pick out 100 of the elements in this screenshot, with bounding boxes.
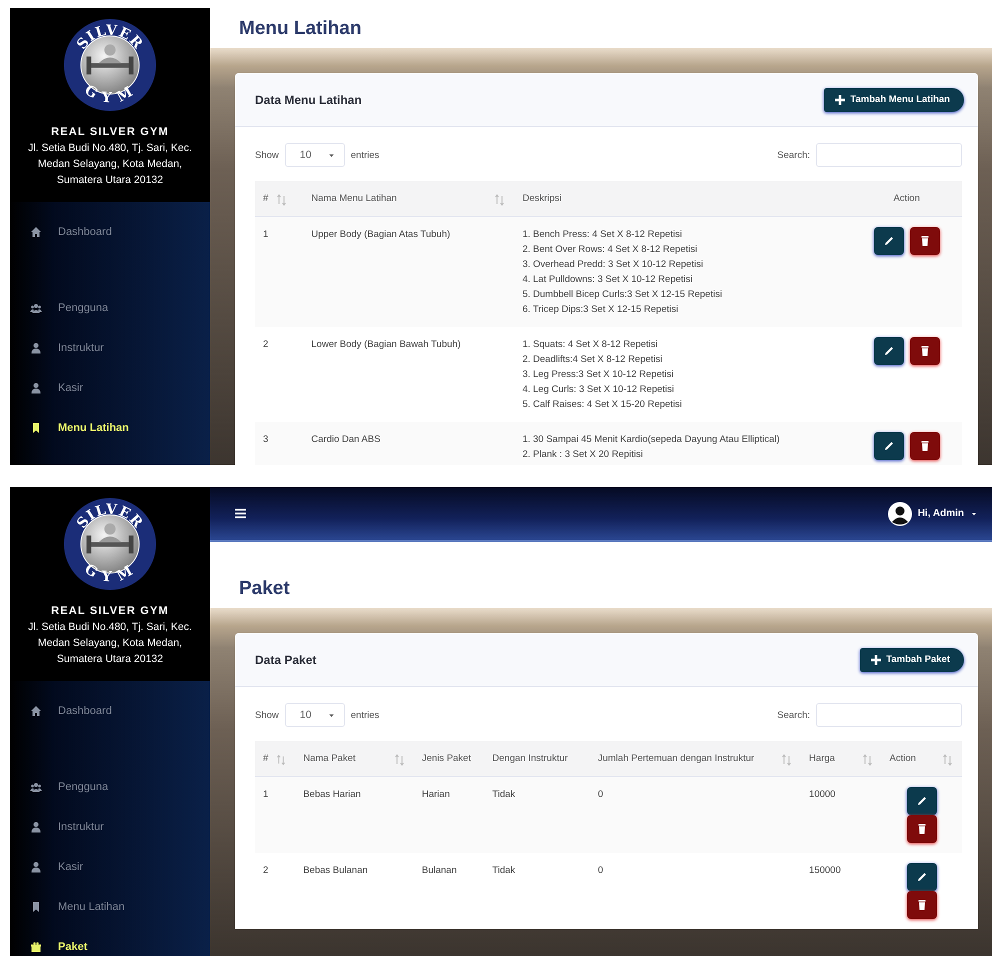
entries-select[interactable]: 10 [284,143,345,167]
sidebar-item[interactable]: Instruktur [10,328,210,368]
table-cell: 2 [263,865,268,876]
delete-button[interactable] [910,337,940,365]
description-line: 1. Squats: 4 Set X 8-12 Repetisi [522,338,659,352]
sidebar-item[interactable]: Pengguna [10,767,210,807]
table-cell: Tidak [492,865,516,876]
gym-address: Jl. Setia Budi No.480, Tj. Sari, Kec. Medan Selayang, Kota Medan, Sumatera Utara 20132 [27,620,193,667]
description-line: 4. Lat Pulldowns: 3 Set X 10-12 Repetisi [522,273,694,287]
description-line: 3. Overhead Predd: 3 Set X 10-12 Repetisi [522,258,704,272]
table-cell: Cardio Dan ABS [311,434,380,445]
bookmark-icon [30,901,42,913]
sidebar-item[interactable]: Kasir [10,847,210,887]
table-cell: 2 [263,339,268,350]
card-title: Data Paket [255,652,316,666]
column-header[interactable]: # [255,181,304,216]
description-line: 4. Leg Curls: 3 Set X 10-12 Repetisi [522,383,676,397]
menu-icon[interactable] [234,507,247,520]
trash-icon [918,440,931,452]
entries-label: entries [350,150,380,160]
home-icon [30,226,42,238]
column-header[interactable]: Nama Paket [295,741,414,776]
bookmark-icon [30,422,42,434]
edit-button[interactable] [906,787,937,815]
delete-button[interactable] [910,227,940,255]
column-header[interactable]: Action [882,741,962,776]
description-line: 2. Deadlifts:4 Set X 8-12 Repetisi [522,353,664,367]
column-header[interactable]: Dengan Instruktur [484,741,590,776]
column-header[interactable]: Harga [801,741,882,776]
user-icon [30,861,42,873]
table-cell: 1 [263,789,268,800]
search-label: Search: [777,150,810,160]
description-line: 5. Calf Raises: 4 Set X 15-20 Repetisi [522,398,683,412]
pencil-icon [882,345,895,357]
users-icon [30,302,42,314]
user-icon [30,382,42,394]
sidebar-item[interactable]: Menu Latihan [10,408,210,448]
trash-icon [916,823,928,835]
sort-icon [276,194,288,206]
description-line: 2. Plank : 3 Set X 20 Repitisi [522,448,644,462]
sidebar-item[interactable]: Dashboard [10,691,210,731]
pencil-icon [916,871,928,883]
sort-icon [862,754,874,766]
trash-icon [918,235,931,247]
description-line: 1. Bench Press: 4 Set X 8-12 Repetisi [522,228,683,242]
column-header[interactable]: Action [851,181,962,216]
page-title: Paket [239,578,290,600]
table-cell: Harian [422,789,450,800]
user-icon [30,342,42,354]
pencil-icon [916,795,928,807]
show-label: Show [255,710,279,720]
column-header[interactable]: Jenis Paket [414,741,484,776]
sidebar-item[interactable]: Menu Latihan [10,887,210,927]
column-header[interactable]: # [255,741,296,776]
search-field[interactable] [816,143,962,167]
home-icon [30,705,42,717]
table-cell: Bulanan [422,865,457,876]
table-cell: 150000 [809,865,841,876]
user-menu[interactable]: Hi, Admin [888,502,978,526]
search-label: Search: [777,710,810,720]
add-button[interactable]: Tambah Paket [860,648,964,672]
table-cell: Tidak [492,789,516,800]
users-icon [30,781,42,793]
avatar-icon [888,502,912,526]
delete-button[interactable] [910,432,940,460]
entries-select[interactable]: 10 [284,703,345,727]
table-cell: 1 [263,229,268,240]
description-line: 1. 30 Sampai 45 Menit Kardio(sepeda Dayung Atau Elliptical) [522,433,781,447]
show-label: Show [255,150,279,160]
sort-icon [276,754,288,766]
pencil-icon [882,235,895,247]
table-cell: 0 [598,865,604,876]
sort-icon [394,754,406,766]
table-cell: 10000 [809,789,836,800]
sidebar-item[interactable]: Instruktur [10,807,210,847]
description-line: 6. Tricep Dips:3 Set X 12-15 Repetisi [522,303,680,317]
edit-button[interactable] [874,227,904,255]
column-header[interactable]: Deskripsi [514,181,852,216]
table-cell: 0 [598,789,604,800]
search-field[interactable] [816,703,962,727]
edit-button[interactable] [906,863,937,891]
gym-address: Jl. Setia Budi No.480, Tj. Sari, Kec. Medan Selayang, Kota Medan, Sumatera Utara 20132 [27,141,193,188]
column-header[interactable]: Nama Menu Latihan [303,181,514,216]
column-header[interactable]: Jumlah Pertemuan dengan Instruktur [590,741,802,776]
edit-button[interactable] [874,337,904,365]
delete-button[interactable] [906,815,937,843]
card-title: Data Menu Latihan [255,92,362,106]
add-button[interactable]: Tambah Menu Latihan [824,88,964,112]
delete-button[interactable] [906,891,937,919]
gift-icon [30,941,42,953]
sidebar-item[interactable]: Paket [10,927,210,956]
sidebar-item[interactable]: Kasir [10,368,210,408]
plus-icon [834,94,846,106]
sidebar-item[interactable]: Dashboard [10,212,210,252]
brand-name: REAL SILVER GYM [51,126,169,138]
edit-button[interactable] [874,432,904,460]
brand-name: REAL SILVER GYM [51,605,169,617]
sidebar-item[interactable]: Pengguna [10,288,210,328]
entries-label: entries [350,710,380,720]
table-cell: Upper Body (Bagian Atas Tubuh) [311,229,450,240]
